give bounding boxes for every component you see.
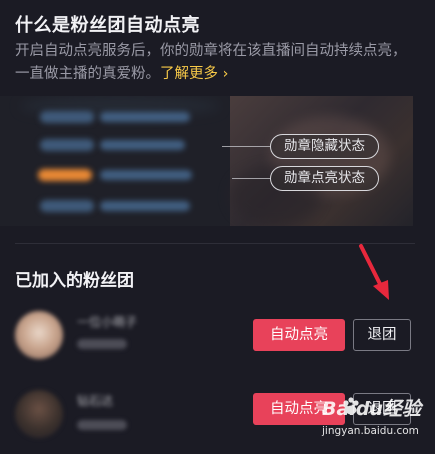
club-name: 钻石达 bbox=[77, 394, 114, 408]
club-name: 一位小萌子 bbox=[77, 315, 138, 329]
pointer-line bbox=[232, 178, 270, 179]
quit-club-button[interactable]: 退团 bbox=[353, 319, 411, 351]
baidu-watermark: Baidu经验 jingyan.baidu.com bbox=[322, 394, 435, 442]
badge-hidden-label: 勋章隐藏状态 bbox=[270, 134, 379, 159]
watermark-brand: Baidu经验 bbox=[322, 398, 421, 420]
chat-message-placeholder bbox=[0, 197, 200, 217]
learn-more-label: 了解更多 bbox=[160, 66, 218, 82]
avatar[interactable] bbox=[15, 311, 63, 359]
fan-club-row: 一位小萌子 自动点亮 退团 bbox=[0, 311, 435, 381]
badge-lit-label: 勋章点亮状态 bbox=[270, 166, 379, 191]
avatar[interactable] bbox=[15, 390, 63, 438]
chevron-right-icon: › bbox=[218, 66, 229, 82]
watermark-url: jingyan.baidu.com bbox=[322, 425, 419, 437]
learn-more-link[interactable]: 了解更多 › bbox=[160, 66, 228, 82]
pointer-line bbox=[222, 146, 270, 147]
streamer-photo bbox=[230, 96, 413, 226]
chat-message-placeholder bbox=[0, 136, 200, 156]
club-level-badge bbox=[77, 420, 127, 430]
intro-description: 开启自动点亮服务后，你的勋章将在该直播间自动持续点亮，一直做主播的真爱粉。了解更… bbox=[15, 40, 420, 86]
badge-state-preview: 勋章隐藏状态 勋章点亮状态 bbox=[0, 96, 413, 226]
chat-message-placeholder bbox=[0, 166, 200, 186]
blurred-chat-area bbox=[0, 96, 230, 226]
chat-message-placeholder bbox=[0, 108, 200, 128]
club-level-badge bbox=[77, 339, 127, 349]
page-title: 什么是粉丝团自动点亮 bbox=[15, 15, 200, 36]
arrow-annotation-icon bbox=[359, 244, 389, 300]
section-title: 已加入的粉丝团 bbox=[15, 271, 134, 291]
auto-light-button[interactable]: 自动点亮 bbox=[253, 319, 345, 351]
